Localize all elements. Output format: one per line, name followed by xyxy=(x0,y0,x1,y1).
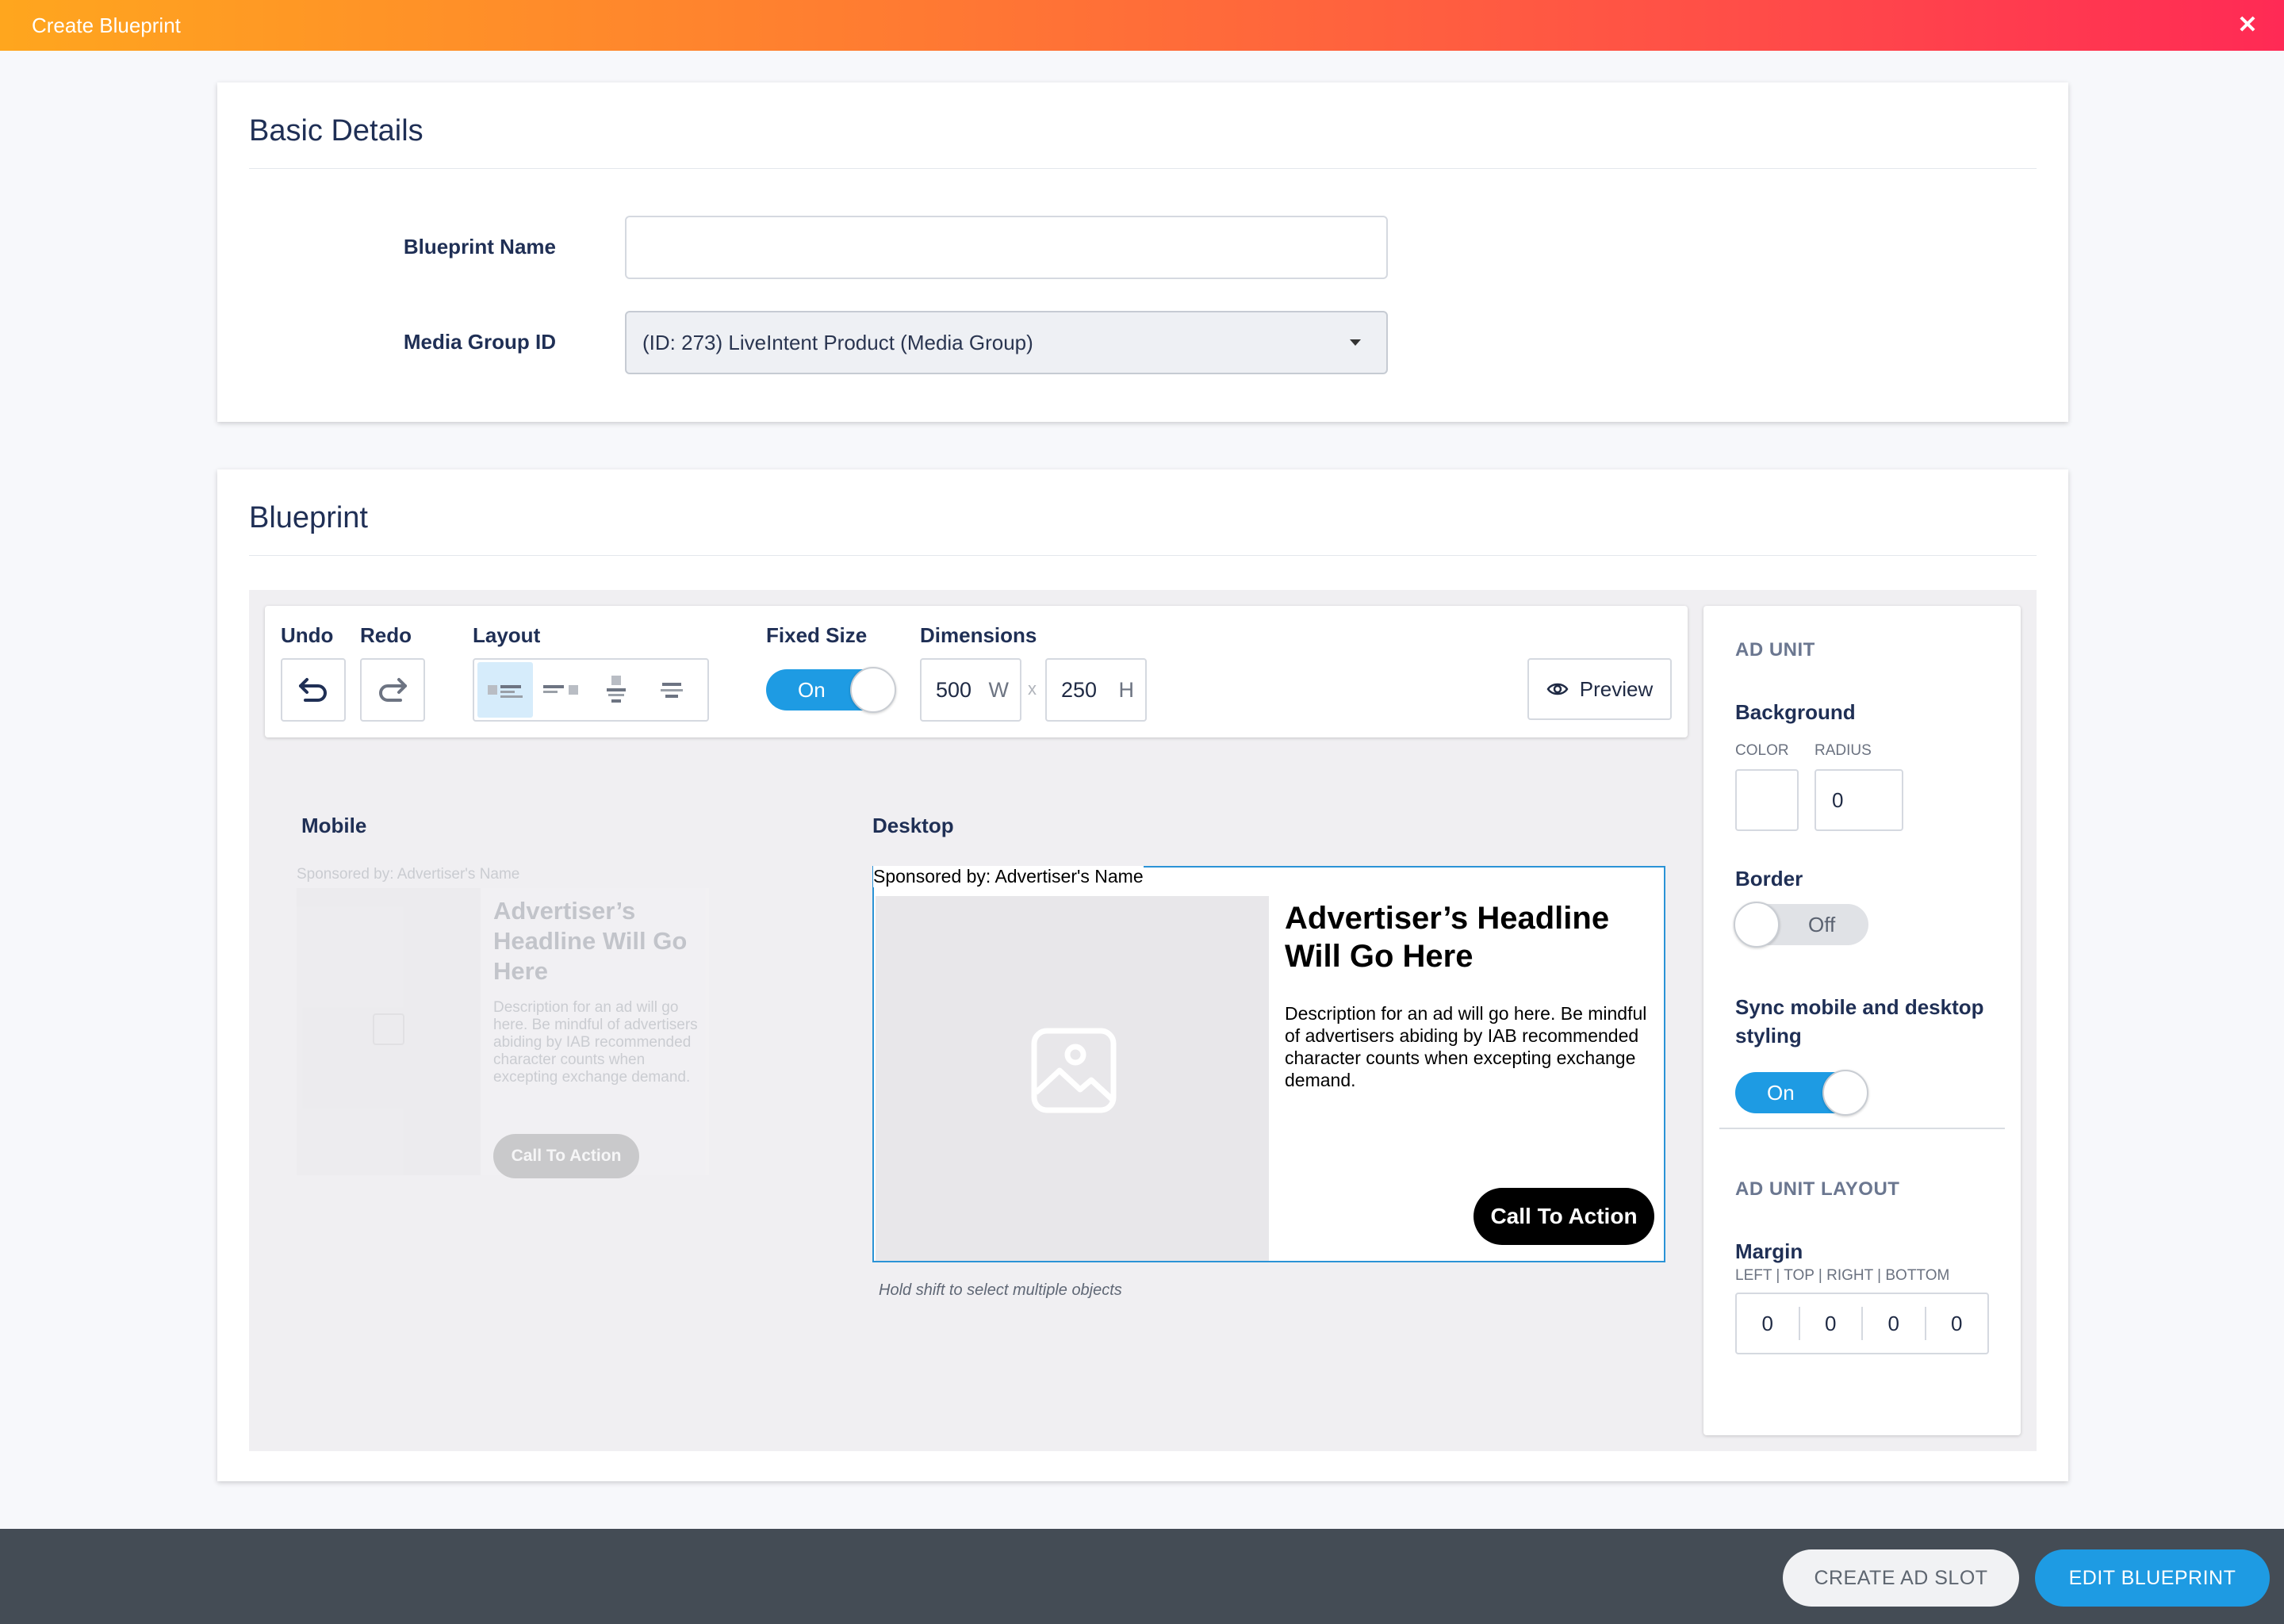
border-label: Border xyxy=(1735,867,1803,891)
title-bar: Create Blueprint ✕ xyxy=(0,0,2284,51)
border-state: Off xyxy=(1808,913,1836,936)
fixed-size-label: Fixed Size xyxy=(766,623,868,647)
redo-icon xyxy=(379,678,407,702)
margin-inputs: 0 0 0 0 xyxy=(1735,1293,1989,1354)
radius-input[interactable]: 0 xyxy=(1815,769,1903,831)
mobile-ad-preview[interactable]: Sponsored by: Advertiser's Name Advertis… xyxy=(297,866,709,1178)
desktop-cta-button[interactable]: Call To Action xyxy=(1473,1188,1654,1245)
desktop-ad-image[interactable] xyxy=(876,896,1269,1261)
create-ad-slot-button[interactable]: CREATE AD SLOT xyxy=(1783,1549,2019,1607)
divider xyxy=(249,555,2037,556)
layout-options xyxy=(473,658,709,722)
width-unit: W xyxy=(988,677,1009,702)
toggle-knob xyxy=(1734,902,1780,948)
fixed-size-state: On xyxy=(798,678,826,702)
dimensions-label: Dimensions xyxy=(920,623,1037,647)
undo-icon xyxy=(299,678,327,702)
height-value: 250 xyxy=(1061,677,1098,702)
sync-state: On xyxy=(1767,1081,1795,1105)
mobile-headline: Advertiser’s Headline Will Go Here xyxy=(493,897,688,985)
selection-hint: Hold shift to select multiple objects xyxy=(879,1281,1122,1299)
mobile-ad-image xyxy=(297,888,481,1175)
layout-image-right-icon xyxy=(543,685,578,695)
width-value: 500 xyxy=(936,677,972,702)
close-icon[interactable]: ✕ xyxy=(2233,11,2262,40)
image-placeholder-icon xyxy=(373,1013,404,1045)
margin-bottom-input[interactable]: 0 xyxy=(1926,1307,1988,1340)
layout-image-top-icon xyxy=(607,676,626,703)
fixed-size-toggle[interactable]: On xyxy=(766,667,896,713)
media-group-select[interactable]: (ID: 273) LiveIntent Product (Media Grou… xyxy=(625,311,1388,374)
layout-option-image-top[interactable] xyxy=(588,662,644,718)
editor-toolbar: Undo Redo Layout Fixed Size On Dimension… xyxy=(265,606,1688,737)
footer-bar: CREATE AD SLOT EDIT BLUEPRINT xyxy=(0,1529,2284,1624)
ad-unit-heading: AD UNIT xyxy=(1735,639,1815,661)
basic-details-heading: Basic Details xyxy=(249,114,423,147)
divider xyxy=(1719,1128,2005,1129)
properties-panel: AD UNIT Background COLOR RADIUS 0 Border… xyxy=(1703,606,2021,1435)
height-input[interactable]: 250 H xyxy=(1045,658,1147,722)
edit-blueprint-button[interactable]: EDIT BLUEPRINT xyxy=(2035,1549,2270,1607)
mobile-sponsor-text: Sponsored by: Advertiser's Name xyxy=(297,866,520,883)
blueprint-card: Blueprint Undo Redo Layout Fixed Size On… xyxy=(217,469,2068,1481)
mobile-label: Mobile xyxy=(301,814,367,837)
divider xyxy=(249,168,2037,169)
redo-button[interactable] xyxy=(360,658,425,722)
toggle-knob xyxy=(850,667,896,713)
preview-button[interactable]: Preview xyxy=(1527,658,1672,720)
layout-label: Layout xyxy=(473,623,541,647)
layout-text-only-icon xyxy=(661,683,683,698)
layout-image-left-icon xyxy=(488,685,523,698)
redo-label: Redo xyxy=(360,623,412,647)
width-input[interactable]: 500 W xyxy=(920,658,1021,722)
height-unit: H xyxy=(1118,677,1135,702)
mobile-ad-text-area: Advertiser’s Headline Will Go Here Descr… xyxy=(481,888,709,1178)
blueprint-workarea: Undo Redo Layout Fixed Size On Dimension… xyxy=(249,590,2037,1451)
desktop-description[interactable]: Description for an ad will go here. Be m… xyxy=(1285,1002,1650,1091)
preview-label: Preview xyxy=(1579,676,1654,701)
background-color-swatch[interactable] xyxy=(1735,769,1799,831)
blueprint-name-label: Blueprint Name xyxy=(403,235,556,259)
toggle-knob xyxy=(1822,1070,1868,1116)
window-title: Create Blueprint xyxy=(32,13,181,37)
layout-option-image-left[interactable] xyxy=(477,662,533,718)
color-label: COLOR xyxy=(1735,742,1789,759)
radius-label: RADIUS xyxy=(1815,742,1872,759)
sync-toggle[interactable]: On xyxy=(1735,1070,1868,1116)
desktop-label: Desktop xyxy=(872,814,954,837)
border-toggle[interactable]: Off xyxy=(1734,902,1868,948)
margin-top-input[interactable]: 0 xyxy=(1800,1307,1863,1340)
image-placeholder-icon xyxy=(1031,1028,1117,1113)
desktop-sponsor-text[interactable]: Sponsored by: Advertiser's Name xyxy=(873,866,1144,887)
ad-unit-layout-heading: AD UNIT LAYOUT xyxy=(1735,1178,1900,1200)
margin-sides-label: LEFT | TOP | RIGHT | BOTTOM xyxy=(1735,1267,1950,1284)
mobile-cta-button: Call To Action xyxy=(493,1134,639,1178)
undo-label: Undo xyxy=(281,623,334,647)
margin-right-input[interactable]: 0 xyxy=(1863,1307,1926,1340)
desktop-headline[interactable]: Advertiser’s Headline Will Go Here xyxy=(1285,899,1650,975)
basic-details-card: Basic Details Blueprint Name Media Group… xyxy=(217,82,2068,422)
desktop-ad-preview[interactable]: Sponsored by: Advertiser's Name Advertis… xyxy=(872,866,1665,1262)
background-label: Background xyxy=(1735,700,1856,724)
layout-option-text-only[interactable] xyxy=(644,662,699,718)
blueprint-heading: Blueprint xyxy=(249,501,368,534)
margin-left-input[interactable]: 0 xyxy=(1737,1307,1800,1340)
mobile-description: Description for an ad will go here. Be m… xyxy=(493,999,698,1086)
undo-button[interactable] xyxy=(281,658,346,722)
dimension-separator: x xyxy=(1028,679,1037,699)
media-group-label: Media Group ID xyxy=(403,330,556,354)
sync-label: Sync mobile and desktop styling xyxy=(1735,995,1984,1048)
margin-label: Margin xyxy=(1735,1239,1803,1263)
media-group-value: (ID: 273) LiveIntent Product (Media Grou… xyxy=(642,330,1033,354)
eye-icon xyxy=(1546,683,1569,695)
layout-option-image-right[interactable] xyxy=(533,662,588,718)
dropdown-caret-icon xyxy=(1350,339,1361,346)
blueprint-name-input[interactable] xyxy=(625,216,1388,279)
